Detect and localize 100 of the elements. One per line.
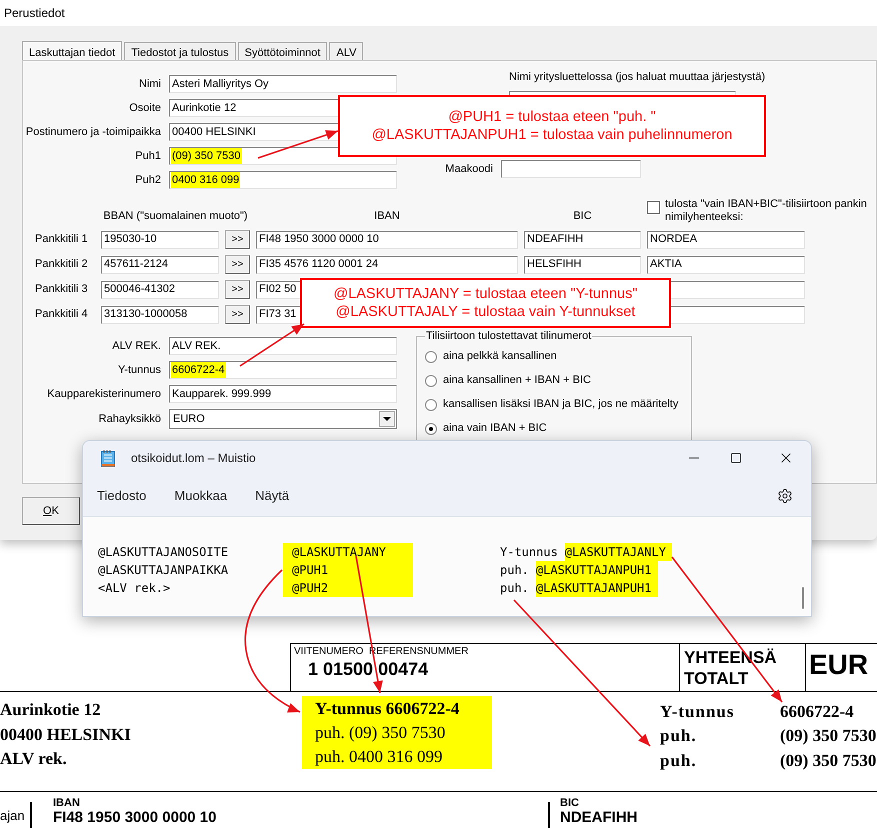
checkbox-label: tulosta "vain IBAN+BIC"-tilisiirtoon pankin nimilyhenteeksi: [665,198,868,224]
radio-label: aina pelkkä kansallinen [443,349,557,364]
convert-button[interactable]: >> [225,255,250,274]
field-label: Puh1 [134,148,162,164]
radio-button[interactable] [425,374,437,386]
text-field[interactable] [501,160,641,178]
field-label: Pankkitili 4 [35,307,89,322]
field-label: Y-tunnus [116,362,162,378]
partial-label: ajan [0,807,26,825]
field-label: Pankkitili 1 [35,232,89,248]
text-field[interactable]: AKTIA [647,256,805,274]
callout-text: @PUH1 = tulostaa eteen "puh. " [448,108,656,126]
tab[interactable]: Tiedostot ja tulostus [124,42,236,60]
field-value: Kaupparek. 999.999 [171,386,272,402]
contact-value: 6606722-4 [780,700,854,722]
code-line: @LASKUTTAJANPAIKKA [98,562,230,579]
code-line: <ALV rek.> [98,580,172,597]
field-label: Postinumero ja -toimipaikka [24,124,162,140]
convert-button[interactable]: >> [225,305,250,324]
currency-dropdown[interactable]: EURO [169,409,397,429]
highlighted-tag: @LASKUTTAJANPUH1 [536,579,658,597]
code-line: @PUH2 [292,580,330,597]
iban-label: IBAN [53,797,81,809]
contact-value: (09) 350 7530 [780,750,876,772]
text-field[interactable]: 313130-1000058 [101,306,219,324]
code-text: Y-tunnus [500,544,558,561]
field-value: (09) 350 7530 [171,148,242,164]
contact-line: Y-tunnus 6606722-4 [315,698,460,720]
scrollbar[interactable] [802,587,804,609]
tab[interactable]: Laskuttajan tiedot [22,41,122,61]
highlighted-tag: @LASKUTTAJANLY [564,543,672,561]
tab[interactable]: ALV [329,42,364,60]
text-field[interactable]: Kaupparek. 999.999 [169,385,397,403]
menu-item[interactable]: Näytä [255,486,290,506]
text-field[interactable]: FI35 4576 1120 0001 24 [256,256,518,274]
address-line: 00400 HELSINKI [0,724,132,746]
text-field[interactable]: 195030-10 [101,230,219,248]
contact-label: Y-tunnus [660,700,736,722]
checkbox[interactable] [647,201,660,214]
code-line: @LASKUTTAJANOSOITE [98,544,230,561]
callout-text: @LASKUTTAJANY = tulostaa eteen "Y-tunnus" [333,285,638,303]
annotation-arrow [240,323,304,367]
column-header: BIC [573,208,592,224]
text-field[interactable]: FI48 1950 3000 0000 10 [256,230,518,248]
contact-line: puh. 0400 316 099 [315,746,444,768]
window-title: otsikoidut.lom – Muistio [131,450,256,467]
text-field[interactable]: 6606722-4 [169,361,397,379]
text-field[interactable]: 500046-41302 [101,280,219,298]
field-label: Puh2 [134,172,162,188]
code-text: puh. [500,562,529,579]
text-field[interactable]: 0400 316 099 [169,171,397,189]
radio-label: kansallisen lisäksi IBAN ja BIC, jos ne määritelty [443,397,678,412]
text-field[interactable]: HELSFIHH [524,256,641,274]
callout-text: @LASKUTTAJALY = tulostaa vain Y-tunnukset [336,303,636,321]
field-label: Nimi yritysluettelossa (jos haluat muuttaa järjestystä) [509,71,766,83]
bic-label: BIC [560,797,580,809]
currency-code: EUR [809,649,868,680]
field-label: Rahayksikkö [98,412,162,427]
radio-button[interactable] [425,350,437,362]
address-line: ALV rek. [0,748,68,770]
field-value: 6606722-4 [171,362,226,378]
field-label: Pankkitili 2 [35,257,89,272]
contact-value: (09) 350 7530 [780,725,876,747]
field-label: ALV REK. [111,338,162,354]
column-header: IBAN [374,208,400,224]
menu-item[interactable]: Muokkaa [174,486,228,506]
text-field[interactable]: NDEAFIHH [524,230,641,248]
text-field[interactable]: NORDEA [647,230,805,248]
contact-label: puh. [660,750,698,772]
radio-label: aina vain IBAN + BIC [443,421,547,436]
iban-value: FI48 1950 3000 0000 10 [53,809,218,826]
field-value: 0400 316 099 [171,172,240,188]
window-title: Perustiedot [4,5,65,22]
highlighted-tag: @LASKUTTAJANPUH1 [536,561,658,579]
code-line: @PUH1 [292,562,330,579]
code-text: puh. [500,580,529,597]
convert-button[interactable]: >> [225,230,250,249]
code-line: @LASKUTTAJANY [292,544,387,561]
field-label: Maakoodi [444,162,494,177]
radio-button[interactable] [425,422,437,434]
contact-line: puh. (09) 350 7530 [315,722,446,744]
maximize-icon[interactable] [730,452,742,464]
bic-value: NDEAFIHH [560,809,638,826]
field-label: Osoite [128,100,162,116]
radio-button[interactable] [425,398,437,410]
text-field[interactable]: 457611-2124 [101,256,219,274]
text-field[interactable]: ALV REK. [169,337,397,355]
ok-button[interactable]: OK [22,497,80,525]
radio-label: aina kansallinen + IBAN + BIC [443,373,591,388]
field-label: Pankkitili 3 [35,282,89,298]
field-label: Nimi [138,76,162,92]
convert-button[interactable]: >> [225,280,250,299]
tab[interactable]: Syöttötoiminnot [238,42,328,60]
group-title: Tilisiirtoon tulostettavat tilinumerot [425,329,592,344]
menu-item[interactable]: Tiedosto [97,486,146,506]
settings-icon[interactable] [777,488,793,504]
notepad-icon [101,450,115,466]
total-label: TOTALT [684,668,750,689]
text-field[interactable]: Asteri Malliyritys Oy [169,75,397,93]
address-line: Aurinkotie 12 [0,699,102,721]
